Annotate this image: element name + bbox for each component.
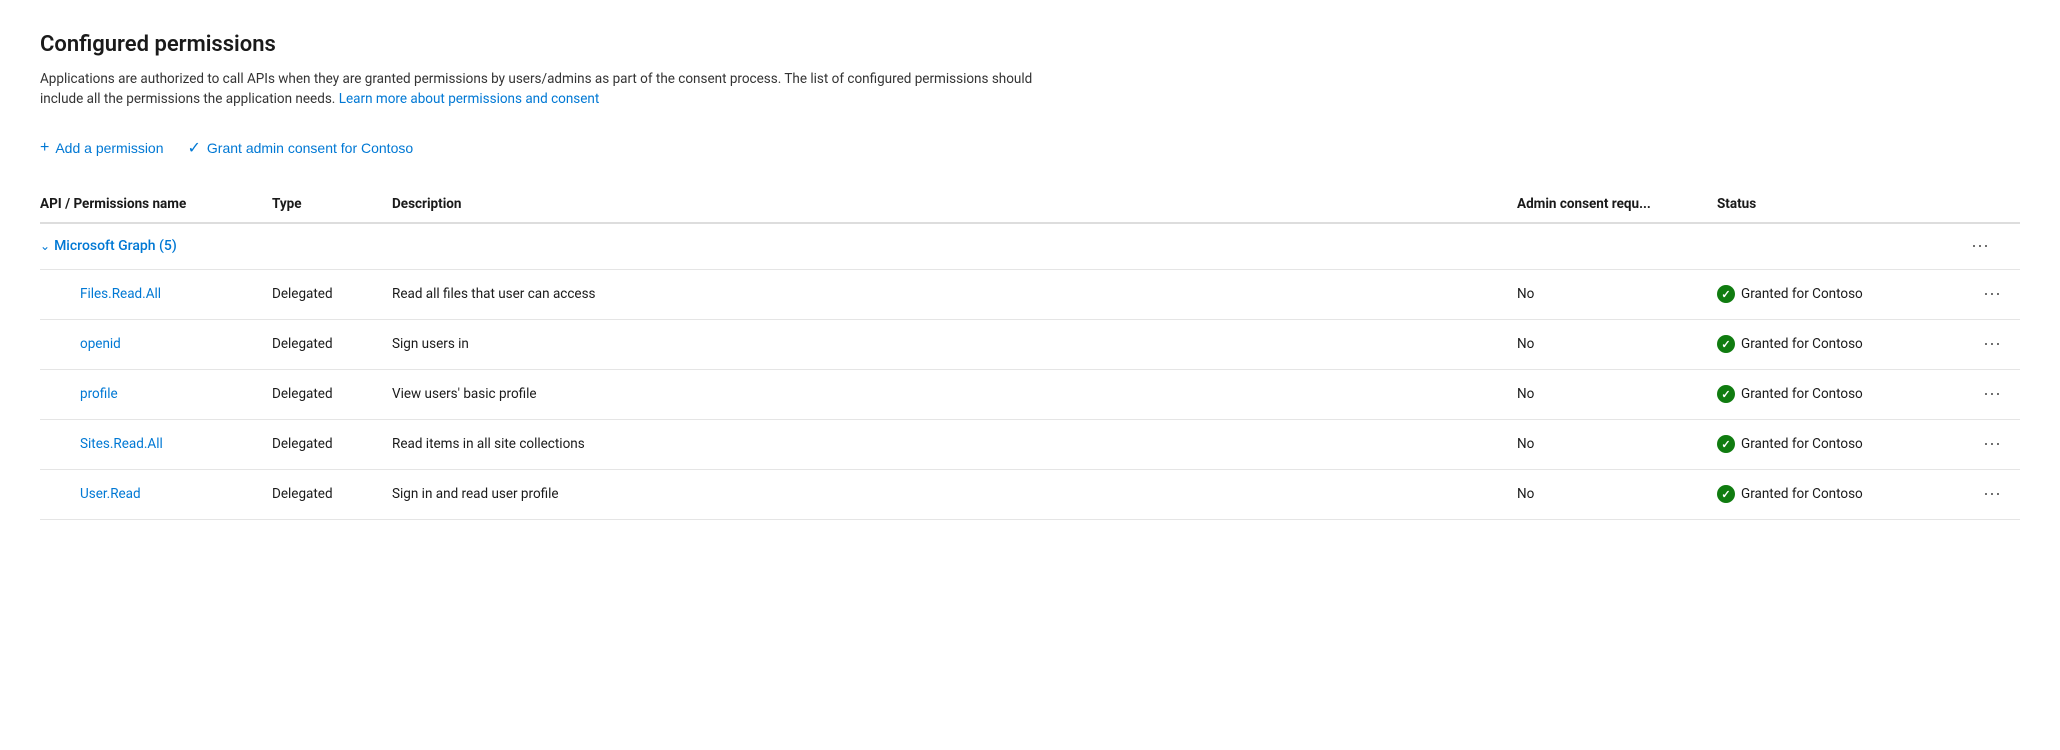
granted-icon xyxy=(1717,285,1735,303)
plus-icon: + xyxy=(40,139,49,157)
table-header-row: API / Permissions name Type Description … xyxy=(40,186,2020,223)
permission-type: Delegated xyxy=(260,469,380,519)
permission-description: View users' basic profile xyxy=(380,369,1505,419)
status-text: Granted for Contoso xyxy=(1741,386,1863,402)
permission-description: Sign in and read user profile xyxy=(380,469,1505,519)
table-row: Files.Read.All Delegated Read all files … xyxy=(40,269,2020,319)
granted-icon xyxy=(1717,385,1735,403)
granted-icon xyxy=(1717,435,1735,453)
add-permission-label: Add a permission xyxy=(55,140,163,156)
permission-description: Read all files that user can access xyxy=(380,269,1505,319)
grant-consent-label: Grant admin consent for Contoso xyxy=(207,140,413,156)
permission-type: Delegated xyxy=(260,369,380,419)
permission-type: Delegated xyxy=(260,319,380,369)
chevron-down-icon: ⌄ xyxy=(40,239,50,253)
group-row[interactable]: ⌄ Microsoft Graph (5) ⋯ xyxy=(40,223,2020,270)
permission-more-button[interactable]: ⋯ xyxy=(1977,382,2008,407)
permission-name[interactable]: Files.Read.All xyxy=(40,269,260,319)
header-type: Type xyxy=(260,186,380,223)
permission-status: Granted for Contoso xyxy=(1705,319,1965,369)
permission-name[interactable]: User.Read xyxy=(40,469,260,519)
permission-admin-consent: No xyxy=(1505,469,1705,519)
permission-more-button[interactable]: ⋯ xyxy=(1977,282,2008,307)
table-row: User.Read Delegated Sign in and read use… xyxy=(40,469,2020,519)
learn-more-link[interactable]: Learn more about permissions and consent xyxy=(339,91,600,107)
permission-type: Delegated xyxy=(260,269,380,319)
permission-more-button[interactable]: ⋯ xyxy=(1977,432,2008,457)
permission-status: Granted for Contoso xyxy=(1705,419,1965,469)
page-description: Applications are authorized to call APIs… xyxy=(40,69,1040,110)
permission-more-button[interactable]: ⋯ xyxy=(1977,482,2008,507)
header-api-name: API / Permissions name xyxy=(40,186,260,223)
header-description: Description xyxy=(380,186,1505,223)
permission-type: Delegated xyxy=(260,419,380,469)
table-row: Sites.Read.All Delegated Read items in a… xyxy=(40,419,2020,469)
permission-admin-consent: No xyxy=(1505,269,1705,319)
group-more-button[interactable]: ⋯ xyxy=(1965,234,1996,259)
permission-status: Granted for Contoso xyxy=(1705,269,1965,319)
permission-name[interactable]: openid xyxy=(40,319,260,369)
permission-more-button[interactable]: ⋯ xyxy=(1977,332,2008,357)
page-title: Configured permissions xyxy=(40,32,2020,57)
permission-status: Granted for Contoso xyxy=(1705,369,1965,419)
table-row: openid Delegated Sign users in No Grante… xyxy=(40,319,2020,369)
permission-status: Granted for Contoso xyxy=(1705,469,1965,519)
permission-description: Sign users in xyxy=(380,319,1505,369)
permission-admin-consent: No xyxy=(1505,369,1705,419)
status-text: Granted for Contoso xyxy=(1741,436,1863,452)
toolbar: + Add a permission ✓ Grant admin consent… xyxy=(40,134,2020,162)
permission-admin-consent: No xyxy=(1505,319,1705,369)
header-actions xyxy=(1965,186,2020,223)
table-row: profile Delegated View users' basic prof… xyxy=(40,369,2020,419)
permission-description: Read items in all site collections xyxy=(380,419,1505,469)
permission-admin-consent: No xyxy=(1505,419,1705,469)
permission-name[interactable]: Sites.Read.All xyxy=(40,419,260,469)
header-status: Status xyxy=(1705,186,1965,223)
checkmark-icon: ✓ xyxy=(188,138,201,158)
status-text: Granted for Contoso xyxy=(1741,486,1863,502)
permission-name[interactable]: profile xyxy=(40,369,260,419)
status-text: Granted for Contoso xyxy=(1741,286,1863,302)
header-admin-consent: Admin consent requ... xyxy=(1505,186,1705,223)
add-permission-button[interactable]: + Add a permission xyxy=(40,135,164,161)
granted-icon xyxy=(1717,335,1735,353)
permissions-table: API / Permissions name Type Description … xyxy=(40,186,2020,520)
status-text: Granted for Contoso xyxy=(1741,336,1863,352)
granted-icon xyxy=(1717,485,1735,503)
group-label-text: Microsoft Graph (5) xyxy=(54,238,177,254)
grant-consent-button[interactable]: ✓ Grant admin consent for Contoso xyxy=(188,134,414,162)
